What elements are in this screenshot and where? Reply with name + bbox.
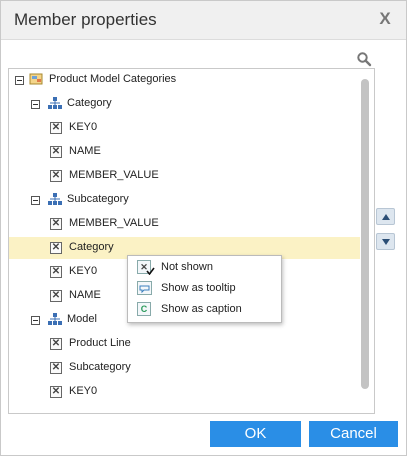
collapse-subcategory-toggle[interactable] [31,196,40,205]
tree-scrollbar[interactable] [361,73,369,409]
tooltip-icon [137,281,152,295]
tree-item-label[interactable]: MEMBER_VALUE [69,217,159,229]
menu-item-not-shown[interactable]: ✕ Not shown [128,257,281,278]
property-state-icon[interactable]: ✕ [50,338,62,350]
tree-item-label[interactable]: MEMBER_VALUE [69,169,159,181]
dialog-title: Member properties [14,10,157,29]
tree-item-label[interactable]: KEY0 [69,265,97,277]
collapse-model-toggle[interactable] [31,316,40,325]
tree-group-label: Category [67,97,112,109]
hierarchy-icon [48,97,62,109]
menu-item-label: Not shown [161,261,213,273]
property-state-icon[interactable]: ✕ [50,218,62,230]
menu-item-label: Show as tooltip [161,282,236,294]
hierarchy-icon [48,193,62,205]
tree-group-label: Subcategory [67,193,129,205]
cancel-button[interactable]: Cancel [309,421,398,447]
property-state-icon[interactable]: ✕ [50,146,62,158]
menu-item-label: Show as caption [161,303,242,315]
search-icon[interactable] [356,51,372,67]
ok-button[interactable]: OK [210,421,301,447]
menu-item-show-tooltip[interactable]: Show as tooltip [128,278,281,299]
arrow-down-icon [382,239,390,245]
dialog-titlebar: Member properties X [1,1,406,40]
tree-item-label[interactable]: NAME [69,289,101,301]
tree-item-label[interactable]: KEY0 [69,121,97,133]
property-state-icon[interactable]: ✕ [50,266,62,278]
close-icon[interactable]: X [377,10,393,28]
tree-item-label[interactable]: NAME [69,145,101,157]
menu-item-show-caption[interactable]: C Show as caption [128,299,281,320]
scrollbar-thumb[interactable] [361,79,369,389]
tree-group-label: Model [67,313,97,325]
caption-icon: C [137,302,151,316]
tree-root-label: Product Model Categories [49,73,177,85]
hierarchy-icon [48,313,62,325]
collapse-category-toggle[interactable] [31,100,40,109]
property-state-icon[interactable]: ✕ [50,386,62,398]
display-mode-menu: ✕ Not shown Show as tooltip C Show as ca… [127,255,282,323]
property-state-icon[interactable]: ✕ [50,362,62,374]
move-down-button[interactable] [376,233,395,250]
arrow-up-icon [382,214,390,220]
tree-item-label[interactable]: Subcategory [69,361,131,373]
checkmark-icon [146,267,155,275]
collapse-root-toggle[interactable] [15,76,24,85]
property-state-icon[interactable]: ✕ [50,242,62,254]
member-properties-dialog: Member properties X Product Model Catego… [0,0,407,456]
tree-item-label[interactable]: Product Line [69,337,131,349]
move-up-button[interactable] [376,208,395,225]
tree-item-label-selected[interactable]: Category [69,241,114,253]
cube-icon [29,73,43,85]
property-state-icon[interactable]: ✕ [50,122,62,134]
property-state-icon[interactable]: ✕ [50,290,62,302]
tree-item-label[interactable]: KEY0 [69,385,97,397]
property-state-icon[interactable]: ✕ [50,170,62,182]
